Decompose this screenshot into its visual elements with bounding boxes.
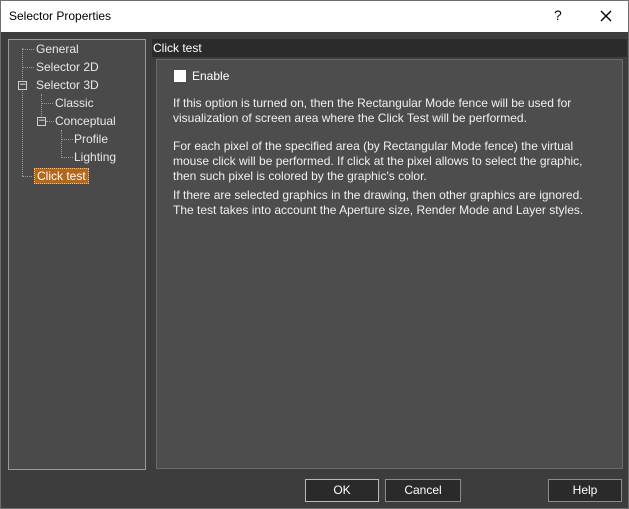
tree-connector	[22, 67, 34, 68]
window-title: Selector Properties	[9, 9, 112, 23]
tree-connector	[41, 103, 53, 104]
description-paragraph-2: For each pixel of the specified area (by…	[173, 139, 583, 183]
help-button[interactable]: Help	[548, 479, 622, 502]
settings-panel: Click test Enable If this option is turn…	[152, 39, 627, 470]
title-bar: Selector Properties ?	[1, 1, 628, 32]
tree-item-selector-2d[interactable]: Selector 2D	[36, 59, 99, 75]
panel-header: Click test	[152, 39, 627, 57]
tree-item-conceptual[interactable]: Conceptual	[55, 113, 116, 129]
ok-button[interactable]: OK	[305, 479, 379, 502]
tree-connector	[22, 49, 34, 50]
tree-connector	[61, 157, 73, 158]
tree-item-selector-3d[interactable]: Selector 3D	[36, 77, 99, 93]
selector-3d-collapse-icon[interactable]: −	[18, 81, 27, 90]
description-paragraph-1: If this option is turned on, then the Re…	[173, 96, 572, 125]
tree-connector	[22, 176, 32, 177]
tree-item-lighting[interactable]: Lighting	[74, 149, 116, 165]
dialog-client-area: − − General Selector 2D Selector 3D Clas…	[1, 32, 628, 508]
tree-item-classic[interactable]: Classic	[55, 95, 94, 111]
panel-body: Enable If this option is turned on, then…	[156, 59, 623, 469]
tree-connector-conceptual	[61, 130, 62, 158]
conceptual-collapse-icon[interactable]: −	[37, 117, 46, 126]
category-tree: − − General Selector 2D Selector 3D Clas…	[8, 39, 146, 470]
selector-properties-dialog: Selector Properties ? − − General Select…	[0, 0, 629, 509]
tree-item-general[interactable]: General	[36, 41, 79, 57]
cancel-button[interactable]: Cancel	[385, 479, 461, 502]
tree-item-profile[interactable]: Profile	[74, 131, 108, 147]
close-icon[interactable]	[599, 9, 613, 23]
tree-connector	[61, 139, 73, 140]
tree-connector	[46, 121, 54, 122]
description-paragraph-3: If there are selected graphics in the dr…	[173, 188, 584, 217]
help-question-icon[interactable]: ?	[554, 7, 562, 23]
enable-label[interactable]: Enable	[192, 69, 229, 83]
enable-checkbox[interactable]	[174, 70, 186, 82]
tree-item-click-test[interactable]: Click test	[34, 168, 89, 184]
enable-checkbox-row[interactable]: Enable	[174, 69, 229, 83]
